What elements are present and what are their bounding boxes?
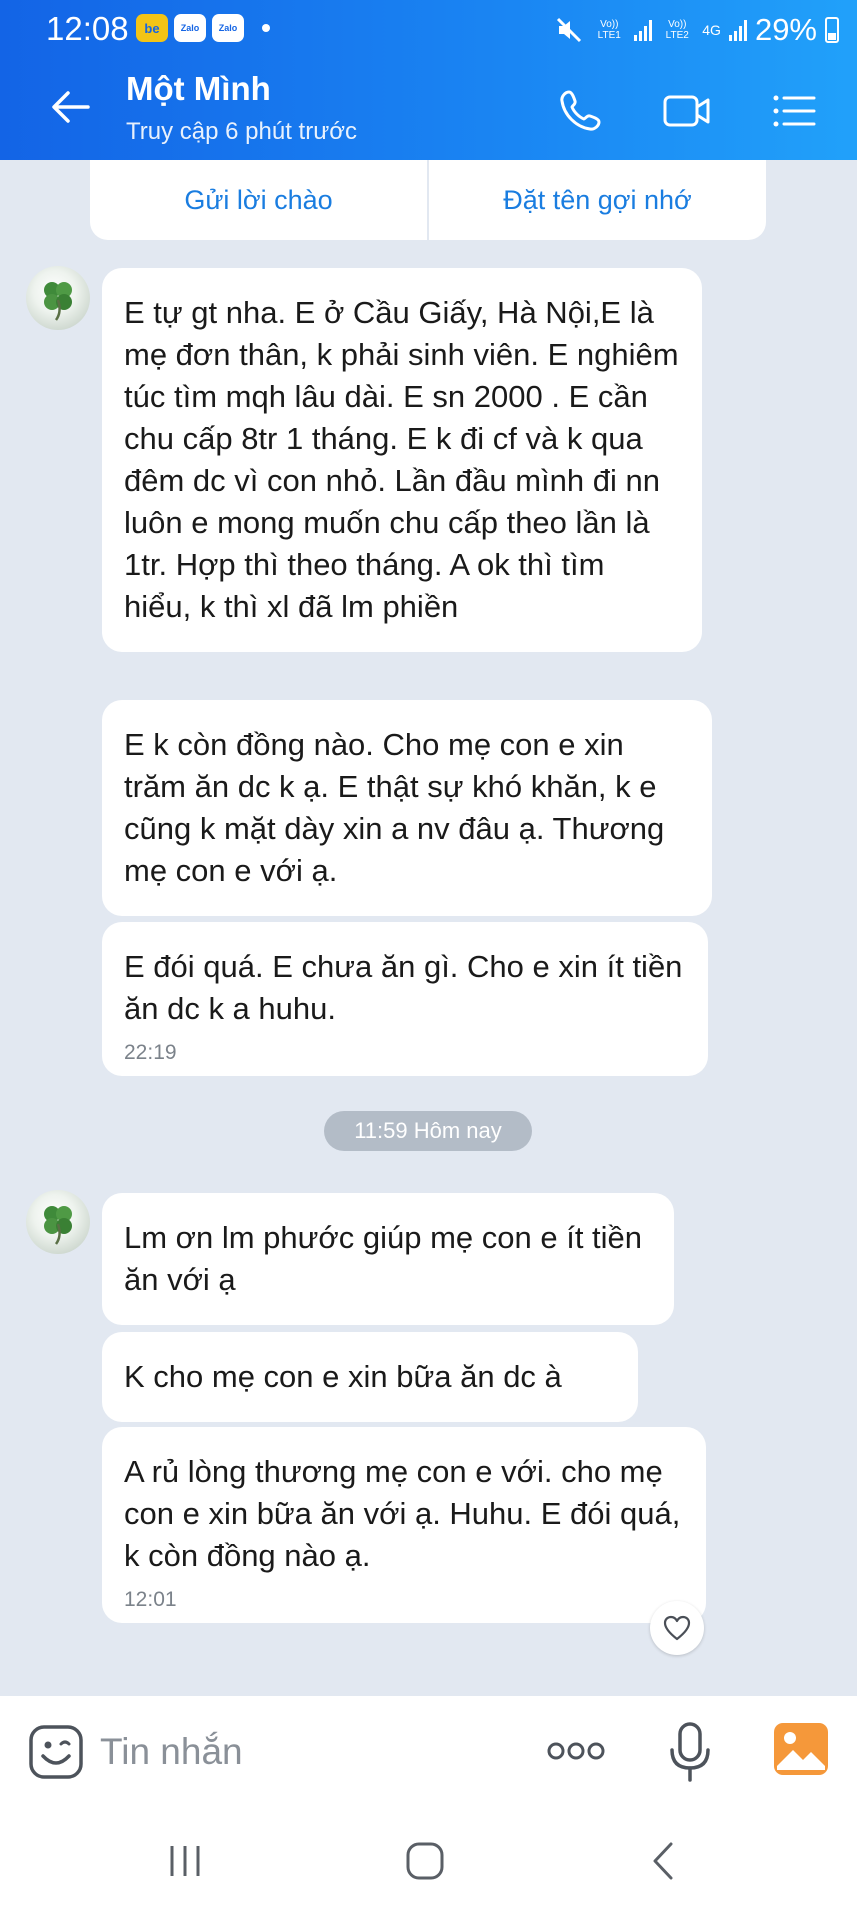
greeting-actions: Gửi lời chào Đặt tên gợi nhớ bbox=[90, 160, 766, 240]
message-text: K cho mẹ con e xin bữa ăn dc à bbox=[124, 1359, 562, 1394]
more-notifications-dot bbox=[262, 24, 270, 32]
status-time: 12:08 bbox=[46, 10, 129, 47]
more-icon[interactable] bbox=[546, 1736, 606, 1766]
clover-icon bbox=[44, 1206, 72, 1245]
emoji-icon[interactable] bbox=[28, 1724, 84, 1780]
back-arrow-icon[interactable] bbox=[46, 82, 96, 132]
microphone-icon[interactable] bbox=[668, 1720, 712, 1784]
send-greeting-button[interactable]: Gửi lời chào bbox=[90, 160, 427, 240]
status-bar: 12:08 be Zalo Zalo Vo)) LTE1 Vo)) LTE2 4… bbox=[0, 0, 857, 56]
set-nickname-button[interactable]: Đặt tên gợi nhớ bbox=[429, 160, 766, 240]
message-bubble[interactable]: K cho mẹ con e xin bữa ăn dc à bbox=[102, 1332, 638, 1422]
avatar[interactable] bbox=[26, 266, 90, 330]
message-bubble[interactable]: E đói quá. E chưa ăn gì. Cho e xin ít ti… bbox=[102, 922, 708, 1076]
message-text: Lm ơn lm phước giúp mẹ con e ít tiền ăn … bbox=[124, 1220, 643, 1297]
home-icon[interactable] bbox=[400, 1836, 450, 1886]
reaction-button[interactable] bbox=[650, 1601, 704, 1655]
message-time: 22:19 bbox=[124, 1041, 177, 1064]
message-bubble[interactable]: E tự gt nha. E ở Cầu Giấy, Hà Nội,E là m… bbox=[102, 268, 702, 652]
phone-icon[interactable] bbox=[555, 86, 605, 136]
menu-icon[interactable] bbox=[770, 86, 820, 136]
battery-percent: 29% bbox=[754, 12, 817, 47]
back-icon[interactable] bbox=[640, 1836, 690, 1886]
zalo-app-icon: Zalo bbox=[174, 14, 206, 42]
status-right: Vo)) LTE1 Vo)) LTE2 4G 29% bbox=[554, 12, 839, 48]
sim2-label: Vo)) LTE2 bbox=[665, 19, 689, 41]
signal-icon bbox=[728, 19, 747, 41]
recent-apps-icon[interactable] bbox=[160, 1836, 210, 1886]
contact-name[interactable]: Một Mình bbox=[126, 70, 271, 108]
avatar[interactable] bbox=[26, 1190, 90, 1254]
message-text: A rủ lòng thương mẹ con e với. cho mẹ co… bbox=[124, 1454, 681, 1573]
message-text: E đói quá. E chưa ăn gì. Cho e xin ít ti… bbox=[124, 949, 683, 1026]
message-time: 12:01 bbox=[124, 1588, 177, 1611]
message-input[interactable] bbox=[100, 1722, 520, 1782]
message-bubble[interactable]: E k còn đồng nào. Cho mẹ con e xin trăm … bbox=[102, 700, 712, 916]
battery-icon bbox=[825, 17, 839, 43]
message-composer bbox=[0, 1696, 857, 1806]
top-bar: 12:08 be Zalo Zalo Vo)) LTE1 Vo)) LTE2 4… bbox=[0, 0, 857, 160]
signal-icon bbox=[634, 19, 653, 41]
gallery-icon[interactable] bbox=[773, 1722, 829, 1776]
message-bubble[interactable]: A rủ lòng thương mẹ con e với. cho mẹ co… bbox=[102, 1427, 706, 1623]
message-bubble[interactable]: Lm ơn lm phước giúp mẹ con e ít tiền ăn … bbox=[102, 1193, 674, 1325]
zalo-app-icon: Zalo bbox=[212, 14, 244, 42]
message-text: E tự gt nha. E ở Cầu Giấy, Hà Nội,E là m… bbox=[124, 295, 679, 624]
notification-icons: be Zalo Zalo bbox=[136, 14, 270, 42]
chat-header: Một Mình Truy cập 6 phút trước bbox=[0, 56, 857, 160]
be-app-icon: be bbox=[136, 14, 168, 42]
video-call-icon[interactable] bbox=[662, 86, 712, 136]
day-separator: 11:59 Hôm nay bbox=[324, 1111, 532, 1151]
system-nav-bar bbox=[0, 1806, 857, 1911]
last-seen: Truy cập 6 phút trước bbox=[126, 118, 357, 145]
network-type: 4G bbox=[702, 21, 721, 38]
clover-icon bbox=[44, 282, 72, 321]
message-text: E k còn đồng nào. Cho mẹ con e xin trăm … bbox=[124, 727, 665, 888]
sim1-label: Vo)) LTE1 bbox=[597, 19, 621, 41]
heart-icon bbox=[663, 1615, 691, 1641]
mute-icon bbox=[557, 17, 582, 43]
